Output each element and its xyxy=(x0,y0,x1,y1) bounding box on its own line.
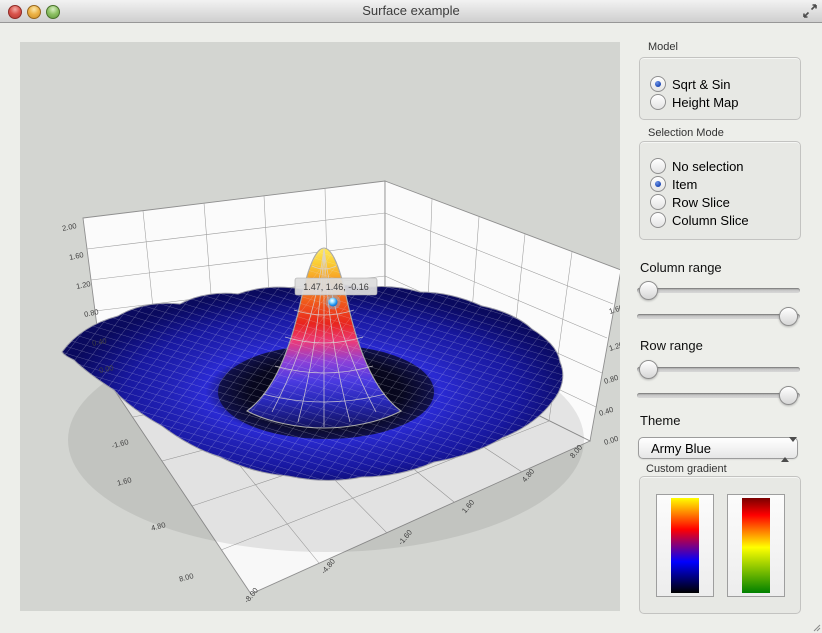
slider-knob[interactable] xyxy=(639,281,658,300)
radio-circle[interactable] xyxy=(650,94,666,110)
radio-circle[interactable] xyxy=(650,158,666,174)
fullscreen-icon[interactable] xyxy=(802,3,818,19)
window-title: Surface example xyxy=(0,3,822,18)
theme-label: Theme xyxy=(640,413,680,428)
radio-row-slice[interactable]: Row Slice xyxy=(650,194,730,210)
slider-track[interactable] xyxy=(637,288,800,293)
slider-track[interactable] xyxy=(637,314,800,319)
slider-knob[interactable] xyxy=(639,360,658,379)
radio-circle[interactable] xyxy=(650,212,666,228)
radio-sqrt-sin[interactable]: Sqrt & Sin xyxy=(650,76,731,92)
selection-label: 1.47, 1.46, -0.16 xyxy=(303,282,369,292)
theme-dropdown[interactable]: Army Blue xyxy=(638,437,798,459)
gradient-one-button[interactable] xyxy=(656,494,714,597)
app-window: Surface example xyxy=(0,0,822,633)
selection-dot[interactable] xyxy=(329,298,338,307)
radio-column-slice[interactable]: Column Slice xyxy=(650,212,749,228)
surface-plot-canvas[interactable]: 1.47, 1.46, -0.16 2.00 1.60 1.20 0.80 0.… xyxy=(20,42,620,611)
gradient-two-button[interactable] xyxy=(727,494,785,597)
row-range-label: Row range xyxy=(640,338,703,353)
radio-no-selection[interactable]: No selection xyxy=(650,158,744,174)
titlebar[interactable]: Surface example xyxy=(0,0,822,23)
radio-height-map[interactable]: Height Map xyxy=(650,94,738,110)
resize-grip[interactable] xyxy=(811,622,821,632)
gradient-one-swatch xyxy=(671,498,699,593)
selection-mode-groupbox: No selection Item Row Slice Column Slice xyxy=(639,141,801,240)
radio-circle[interactable] xyxy=(650,76,666,92)
model-groupbox: Sqrt & Sin Height Map xyxy=(639,57,801,120)
custom-gradient-group-title: Custom gradient xyxy=(646,463,727,475)
selection-mode-group-title: Selection Mode xyxy=(648,127,724,139)
row-range-min-slider[interactable] xyxy=(637,360,800,379)
model-group-title: Model xyxy=(648,41,678,53)
radio-item[interactable]: Item xyxy=(650,176,697,192)
gradient-two-swatch xyxy=(742,498,770,593)
stepper-arrows-icon xyxy=(781,442,789,456)
theme-dropdown-value: Army Blue xyxy=(651,441,711,456)
slider-track[interactable] xyxy=(637,393,800,398)
slider-knob[interactable] xyxy=(779,307,798,326)
column-range-label: Column range xyxy=(640,260,722,275)
row-range-max-slider[interactable] xyxy=(637,386,800,405)
custom-gradient-groupbox xyxy=(639,476,801,614)
radio-circle[interactable] xyxy=(650,176,666,192)
slider-knob[interactable] xyxy=(779,386,798,405)
radio-circle[interactable] xyxy=(650,194,666,210)
column-range-max-slider[interactable] xyxy=(637,307,800,326)
column-range-min-slider[interactable] xyxy=(637,281,800,300)
slider-track[interactable] xyxy=(637,367,800,372)
